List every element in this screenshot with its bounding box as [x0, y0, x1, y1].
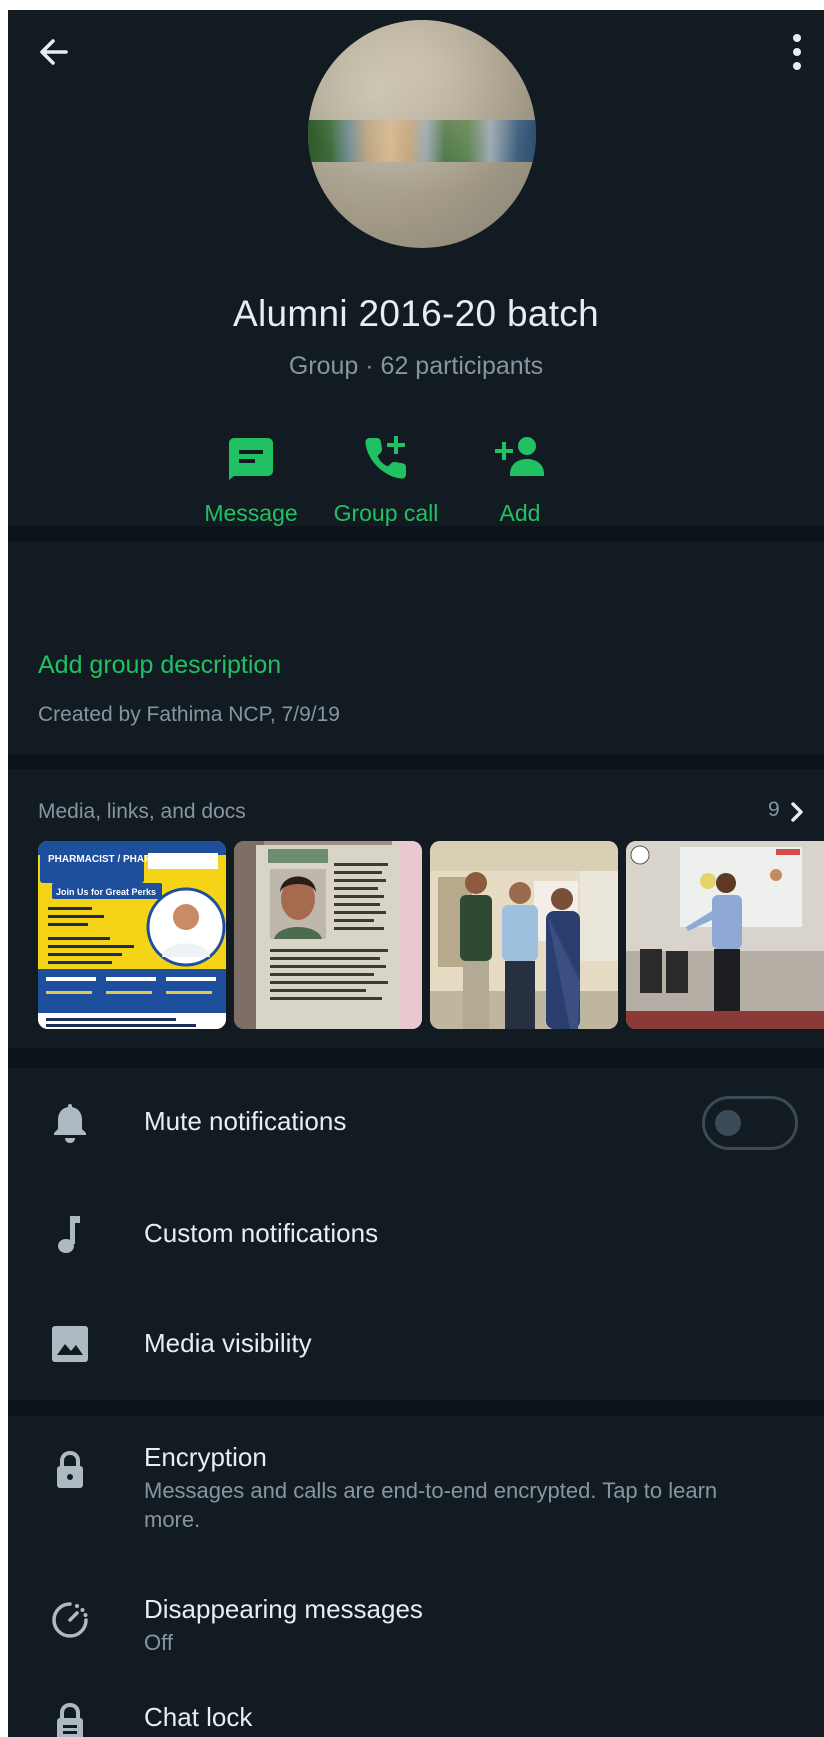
media-count[interactable]: 9	[768, 798, 780, 822]
group-header: Alumni 2016-20 batch Group · 62 particip…	[8, 10, 824, 526]
media-visibility-label: Media visibility	[144, 1328, 312, 1358]
mute-notifications-toggle[interactable]	[702, 1096, 798, 1150]
chat-lock-icon	[48, 1700, 92, 1737]
disappearing-messages-title: Disappearing messages	[144, 1594, 423, 1624]
group-name[interactable]: Alumni 2016-20 batch	[8, 293, 824, 335]
mute-notifications-label: Mute notifications	[144, 1106, 347, 1136]
add-participant-button[interactable]: Add	[440, 430, 600, 527]
section-divider	[8, 1048, 824, 1068]
encryption-row[interactable]: Encryption Messages and calls are end-to…	[8, 1416, 824, 1576]
encryption-title: Encryption	[144, 1442, 267, 1472]
media-links-docs-title[interactable]: Media, links, and docs	[38, 800, 246, 824]
more-vertical-icon[interactable]	[782, 30, 812, 76]
add-group-description-link[interactable]: Add group description	[38, 651, 281, 680]
toggle-knob	[715, 1110, 741, 1136]
media-thumbnail[interactable]	[430, 841, 618, 1029]
media-thumbnail[interactable]	[626, 841, 824, 1029]
chat-lock-row[interactable]: Chat lock	[8, 1696, 824, 1737]
group-subtitle: Group · 62 participants	[288, 352, 544, 380]
disappearing-timer-icon	[48, 1598, 92, 1642]
arrow-left-icon[interactable]	[34, 32, 74, 72]
bell-icon	[48, 1101, 92, 1145]
poster-heading: PHARMACIST / PHARMACY AIDE	[48, 854, 207, 865]
group-info-screen: Alumni 2016-20 batch Group · 62 particip…	[8, 10, 824, 1737]
message-icon	[223, 430, 279, 486]
chat-lock-title: Chat lock	[144, 1702, 253, 1732]
lock-icon	[48, 1448, 92, 1492]
poster-subheading: Join Us for Great Perks	[56, 887, 156, 897]
image-icon	[48, 1322, 92, 1366]
custom-notifications-row[interactable]: Custom notifications	[8, 1178, 824, 1288]
music-note-icon	[48, 1212, 92, 1256]
media-visibility-row[interactable]: Media visibility	[8, 1288, 824, 1400]
created-by-text: Created by Fathima NCP, 7/9/19	[38, 703, 340, 726]
custom-notifications-label: Custom notifications	[144, 1218, 379, 1248]
media-thumbnail[interactable]	[234, 841, 422, 1029]
add-person-icon	[492, 430, 548, 486]
add-label: Add	[499, 500, 541, 526]
section-divider	[8, 1400, 824, 1416]
encryption-description: Messages and calls are end-to-end encryp…	[144, 1478, 718, 1532]
chevron-right-icon[interactable]	[788, 801, 806, 823]
section-divider	[8, 755, 824, 769]
disappearing-messages-value: Off	[144, 1630, 173, 1655]
section-divider	[8, 526, 824, 542]
add-call-icon	[358, 430, 414, 486]
disappearing-messages-row[interactable]: Disappearing messages Off	[8, 1576, 824, 1696]
media-thumbnail[interactable]: PHARMACIST / PHARMACY AIDE Join Us for G…	[38, 841, 226, 1029]
group-avatar[interactable]	[308, 20, 536, 248]
